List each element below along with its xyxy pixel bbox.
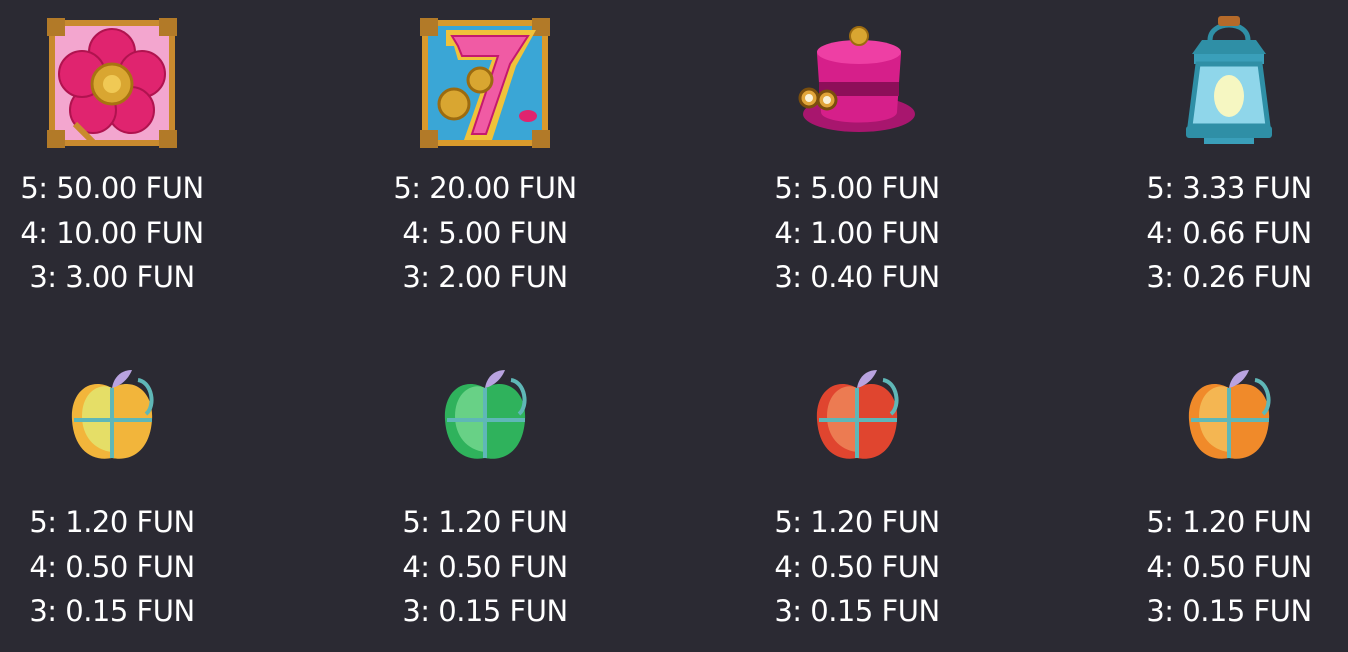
payout-4: 4: 0.50 FUN [402,549,568,584]
payout-5: 5: 50.00 FUN [20,171,204,205]
payout-3: 3: 3.00 FUN [29,260,195,294]
payout-5: 5: 5.00 FUN [774,171,940,205]
payout-3: 3: 2.00 FUN [402,260,568,294]
payout-5: 5: 1.20 FUN [402,505,568,539]
payout-5: 5: 1.20 FUN [29,505,195,539]
payout-3: 3: 0.15 FUN [29,594,195,628]
paytable-values: 5: 1.20 FUN 4: 0.50 FUN 3: 0.15 FUN [0,500,298,634]
green-apple-icon [444,370,527,459]
paytable-values: 5: 1.20 FUN 4: 0.50 FUN 3: 0.15 FUN [299,500,671,634]
paytable-values: 5: 3.33 FUN 4: 0.66 FUN 3: 0.26 FUN [1043,166,1348,300]
seven-gear-icon [420,18,550,148]
payout-3: 3: 0.15 FUN [402,594,568,628]
payout-3: 3: 0.15 FUN [1146,594,1312,628]
paytable-values: 5: 1.20 FUN 4: 0.50 FUN 3: 0.15 FUN [671,500,1043,634]
payout-5: 5: 1.20 FUN [1146,505,1312,539]
payout-5: 5: 3.33 FUN [1146,171,1312,205]
payout-4: 4: 0.50 FUN [1146,549,1312,584]
payout-4: 4: 5.00 FUN [402,215,568,250]
payout-4: 4: 10.00 FUN [20,215,204,250]
yellow-apple-icon [71,370,154,459]
payout-4: 4: 1.00 FUN [774,215,940,250]
orange-apple-icon [1188,370,1271,459]
red-apple-icon [816,370,899,459]
payout-4: 4: 0.50 FUN [774,549,940,584]
paytable-values: 5: 20.00 FUN 4: 5.00 FUN 3: 2.00 FUN [299,166,671,300]
payout-3: 3: 0.26 FUN [1146,260,1312,294]
payout-4: 4: 0.66 FUN [1146,215,1312,250]
lantern-icon [1186,16,1272,144]
paytable-grid: 5: 50.00 FUN 4: 10.00 FUN 3: 3.00 FUN 5:… [0,0,1348,652]
paytable-values: 5: 5.00 FUN 4: 1.00 FUN 3: 0.40 FUN [671,166,1043,300]
payout-5: 5: 1.20 FUN [774,505,940,539]
payout-5: 5: 20.00 FUN [393,171,577,205]
paytable-values: 5: 1.20 FUN 4: 0.50 FUN 3: 0.15 FUN [1043,500,1348,634]
payout-3: 3: 0.15 FUN [774,594,940,628]
flower-gear-icon [47,18,177,148]
payout-3: 3: 0.40 FUN [774,260,940,294]
paytable-values: 5: 50.00 FUN 4: 10.00 FUN 3: 3.00 FUN [0,166,298,300]
top-hat-icon [798,26,915,132]
payout-4: 4: 0.50 FUN [29,549,195,584]
